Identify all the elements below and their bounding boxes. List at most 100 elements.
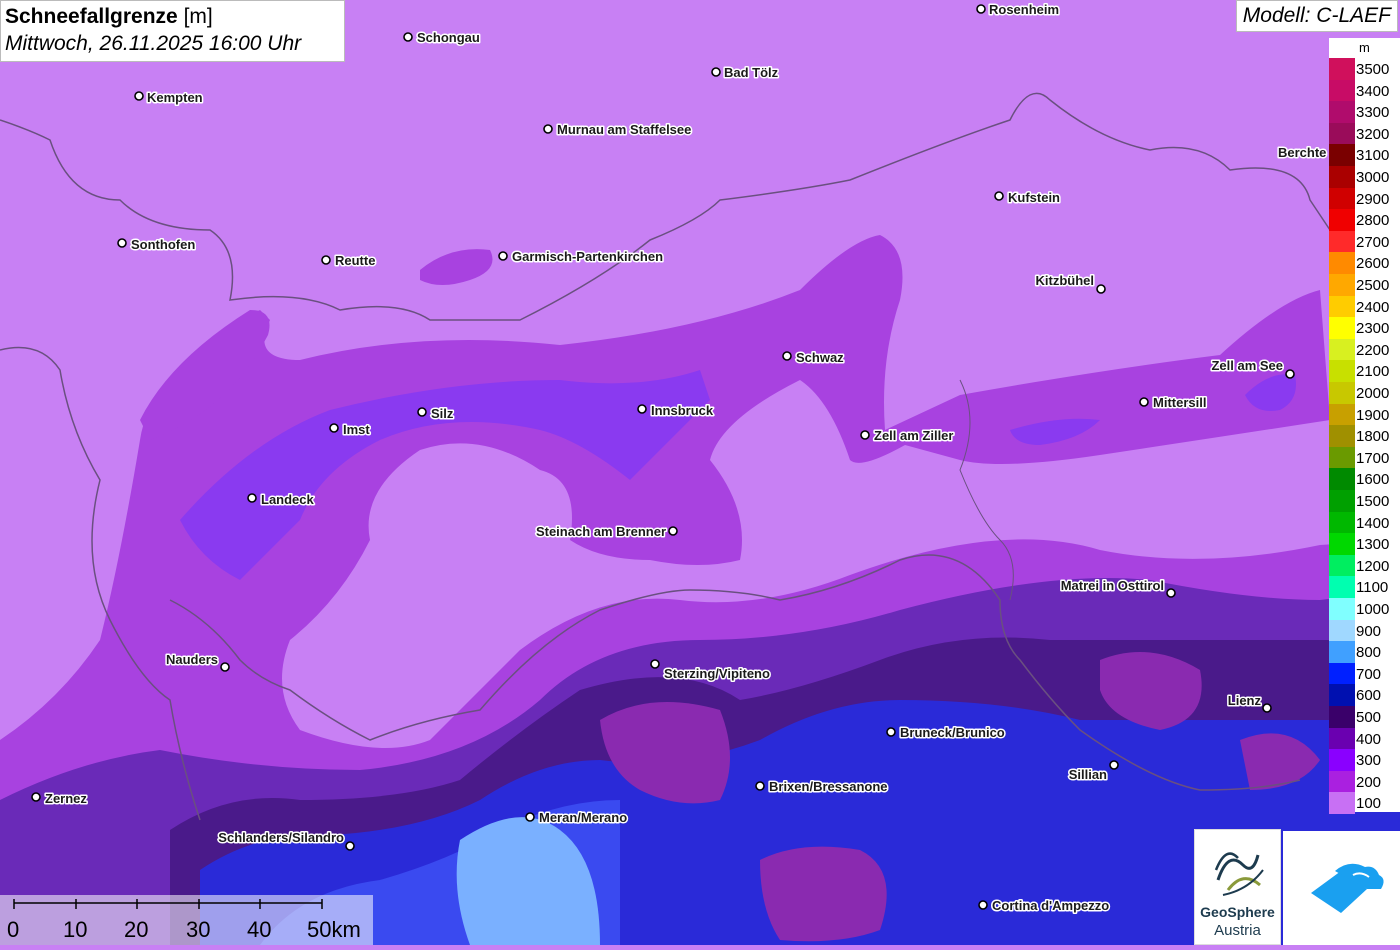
legend-swatch: [1329, 511, 1355, 534]
weather-app-logo[interactable]: [1283, 831, 1400, 945]
city-marker[interactable]: [134, 91, 144, 101]
logo-text-austria: Austria: [1214, 922, 1261, 939]
legend-unit: m: [1359, 40, 1370, 55]
legend-label: 600: [1356, 687, 1382, 705]
legend-entry: 3100: [1329, 144, 1400, 166]
snowline-map[interactable]: Rosenheim Schongau Bad Tölz Kempten Murnau a…: [0, 0, 1400, 945]
city-marker[interactable]: [1262, 703, 1272, 713]
city-marker[interactable]: [321, 255, 331, 265]
scale-label-30: 30: [186, 917, 211, 942]
legend-entry: 400: [1329, 727, 1400, 750]
legend-label: 2400: [1356, 298, 1390, 316]
legend-entry: 800: [1329, 641, 1400, 663]
legend-label: 3300: [1356, 104, 1390, 122]
legend-entry: 1600: [1329, 468, 1400, 490]
legend-label: 2200: [1356, 341, 1390, 359]
city-marker[interactable]: [994, 191, 1004, 201]
legend-label: 800: [1356, 644, 1382, 662]
legend-label: 3200: [1356, 125, 1390, 143]
legend-swatch: [1329, 446, 1355, 469]
scale-bar: 0 10 20 30 40 50km: [0, 895, 373, 945]
city-marker[interactable]: [1285, 369, 1295, 379]
city-marker[interactable]: [1096, 284, 1106, 294]
city-marker[interactable]: [1109, 760, 1119, 770]
city-marker[interactable]: [978, 900, 988, 910]
city-marker[interactable]: [247, 493, 257, 503]
city-marker[interactable]: [668, 526, 678, 536]
city-marker[interactable]: [345, 841, 355, 851]
city-marker[interactable]: [755, 781, 765, 791]
city-label: Bad Tölz: [724, 65, 779, 80]
city-label: Kufstein: [1008, 190, 1060, 205]
legend-swatch: [1329, 101, 1355, 123]
city-label: Kempten: [147, 90, 203, 105]
legend-swatch: [1329, 770, 1355, 793]
legend-swatch: [1329, 209, 1355, 231]
legend-label: 2100: [1356, 363, 1390, 381]
legend-entry: 300: [1329, 749, 1400, 771]
legend-label: 1300: [1356, 536, 1390, 554]
city-marker[interactable]: [417, 407, 427, 417]
legend-label: 1000: [1356, 601, 1390, 618]
legend-entry: 2800: [1329, 209, 1400, 231]
legend-label: 1800: [1356, 428, 1390, 446]
city-marker[interactable]: [650, 659, 660, 669]
legend-swatch: [1329, 706, 1355, 728]
legend-label: 900: [1356, 622, 1382, 640]
city-marker[interactable]: [117, 238, 127, 248]
city-marker[interactable]: [31, 792, 41, 802]
scale-label-10: 10: [63, 917, 88, 942]
legend-entry: 2100: [1329, 360, 1400, 382]
legend-swatch: [1329, 187, 1355, 210]
city-marker[interactable]: [1139, 397, 1149, 407]
legend-swatch: [1329, 166, 1355, 188]
legend-swatch: [1329, 792, 1355, 814]
title-line: Schneefallgrenze [m]: [5, 4, 340, 30]
legend-label: 2300: [1356, 320, 1390, 338]
legend-label: 3100: [1356, 147, 1390, 165]
legend-swatch: [1329, 576, 1355, 598]
legend-label: 200: [1356, 773, 1382, 791]
title-panel: Schneefallgrenze [m] Mittwoch, 26.11.202…: [0, 0, 345, 62]
city-marker[interactable]: [543, 124, 553, 134]
city-marker[interactable]: [976, 4, 986, 14]
legend-entry: 900: [1329, 619, 1400, 642]
city-marker[interactable]: [1166, 588, 1176, 598]
city-marker[interactable]: [886, 727, 896, 737]
city-marker[interactable]: [498, 251, 508, 261]
city-label: Schlanders/Silandro: [218, 830, 344, 845]
city-label: Zernez: [45, 791, 87, 806]
legend-entry: 3200: [1329, 122, 1400, 145]
legend-entry: 1100: [1329, 576, 1400, 598]
city-marker[interactable]: [525, 812, 535, 822]
legend-entry: 2200: [1329, 338, 1400, 361]
legend-swatch: [1329, 641, 1355, 663]
legend-entry: 2300: [1329, 317, 1400, 339]
scale-label-40: 40: [247, 917, 272, 942]
legend-entry: 700: [1329, 662, 1400, 685]
legend-label: 2500: [1356, 277, 1390, 294]
model-label: Modell: C-LAEF: [1235, 0, 1398, 32]
city-marker[interactable]: [860, 430, 870, 440]
legend-entry: 600: [1329, 684, 1400, 706]
geosphere-logo[interactable]: GeoSphere Austria: [1194, 829, 1281, 945]
city-marker[interactable]: [220, 662, 230, 672]
city-marker[interactable]: [403, 32, 413, 42]
city-marker[interactable]: [329, 423, 339, 433]
city-marker[interactable]: [711, 67, 721, 77]
city-marker[interactable]: [782, 351, 792, 361]
legend-swatch: [1329, 598, 1355, 620]
city-label: Imst: [343, 422, 370, 437]
legend-entry: 2900: [1329, 187, 1400, 210]
city-label: Zell am See: [1211, 358, 1283, 373]
legend-entry: 1900: [1329, 403, 1400, 426]
legend-entry: 100: [1329, 792, 1400, 814]
legend-label: 1200: [1356, 557, 1390, 575]
city-label: Cortina d'Ampezzo: [992, 898, 1109, 913]
legend-label: 2700: [1356, 233, 1390, 251]
city-label: Garmisch-Partenkirchen: [512, 249, 663, 264]
legend-label: 1900: [1356, 406, 1390, 424]
legend-entry: 2600: [1329, 252, 1400, 274]
legend-swatch: [1329, 662, 1355, 685]
city-marker[interactable]: [637, 404, 647, 414]
